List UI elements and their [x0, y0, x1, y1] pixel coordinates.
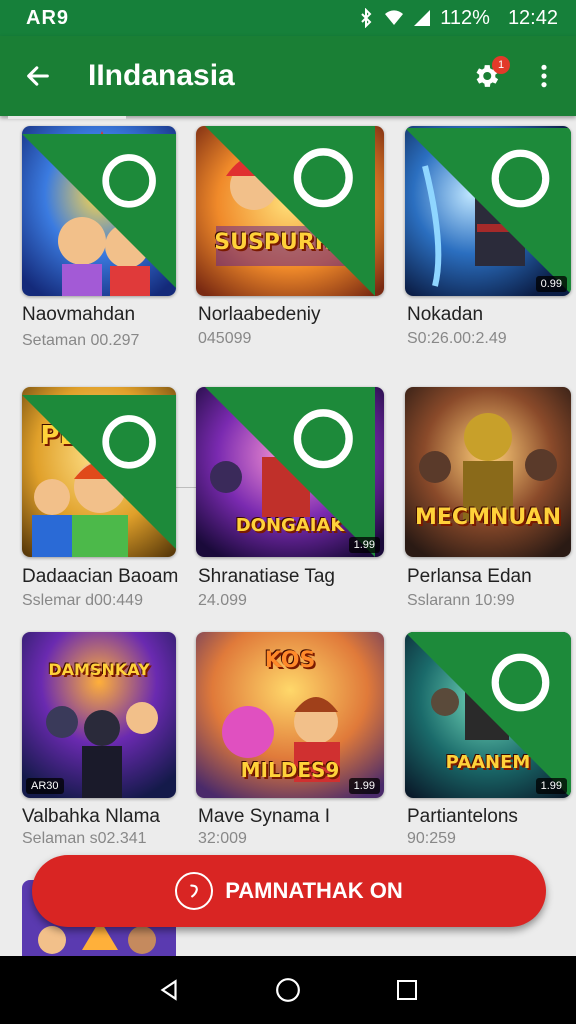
wifi-icon — [384, 8, 404, 28]
bluetooth-icon — [356, 7, 376, 29]
triangle-back-icon — [160, 979, 177, 1001]
download-corner-icon — [405, 128, 571, 294]
system-nav-bar — [0, 956, 576, 1024]
game-subtitle: 24.099 — [198, 592, 247, 609]
arrow-left-icon — [27, 66, 49, 86]
age-rating-badge: AR30 — [26, 778, 64, 794]
game-subtitle: 90:259 — [407, 830, 456, 847]
clock: 12:42 — [507, 6, 558, 29]
thumbnail-logo-text: DAMSNKAY — [48, 660, 150, 679]
tab-indicator — [8, 116, 126, 119]
game-title: Valbahka Nlama — [22, 806, 161, 827]
game-thumbnail[interactable]: DONGAIAK 1.99 — [196, 387, 384, 557]
overflow-menu-button[interactable] — [532, 56, 556, 96]
status-bar: AR9 112% 12:42 — [0, 0, 576, 36]
game-title: Naovmahdan — [22, 304, 136, 325]
game-thumbnail[interactable] — [22, 126, 176, 296]
game-subtitle: S0:26.00:2.49 — [407, 330, 507, 347]
download-corner-icon — [22, 395, 176, 549]
battery-level: 112% — [440, 6, 490, 29]
settings-button[interactable]: 1 — [466, 56, 510, 96]
game-title: Partiantelons — [407, 806, 518, 827]
app-bar: IIndanasia 1 — [0, 36, 576, 116]
primary-action-label: PAMNATHAK ON — [225, 878, 403, 903]
game-title: Norlaabedeniy — [198, 304, 321, 325]
game-subtitle: 32:009 — [198, 830, 247, 847]
game-title: Nokadan — [407, 304, 484, 325]
game-thumbnail[interactable]: 0.99 — [405, 126, 571, 296]
more-vert-icon — [541, 64, 547, 88]
age-rating-badge: 0.99 — [535, 276, 567, 292]
page-title: IIndanasia — [88, 59, 235, 92]
game-thumbnail[interactable]: PAANEM 1.99 — [405, 632, 571, 798]
circle-home-icon — [276, 978, 300, 1002]
game-title: Perlansa Edan — [407, 566, 532, 587]
nav-home-button[interactable] — [272, 974, 304, 1006]
game-thumbnail[interactable]: PLAOEN — [22, 387, 176, 557]
nav-recents-button[interactable] — [391, 974, 423, 1006]
game-subtitle: Sslemar d00:449 — [22, 592, 143, 609]
game-thumbnail[interactable]: KOS MILDES9 1.99 — [196, 632, 384, 798]
download-corner-icon — [205, 126, 375, 296]
game-subtitle: Sslarann 10:99 — [407, 592, 515, 609]
nav-back-button[interactable] — [153, 974, 185, 1006]
thumbnail-logo-text-top: KOS — [264, 648, 316, 673]
game-title: Dadaacian Baoam — [22, 566, 179, 587]
game-thumbnail[interactable]: DAMSNKAY AR30 — [22, 632, 176, 798]
download-corner-icon — [405, 632, 571, 798]
game-title: Mave Synama I — [198, 806, 330, 827]
game-subtitle: Selaman s02.341 — [22, 830, 147, 847]
game-title: Shranatiase Tag — [198, 566, 335, 587]
age-rating-badge: 1.99 — [535, 778, 567, 794]
game-subtitle: 045099 — [198, 330, 252, 347]
carrier-label: AR9 — [26, 6, 70, 29]
square-recents-icon — [396, 980, 417, 1000]
play-icon — [175, 872, 214, 910]
age-rating-badge: 1.99 — [348, 778, 380, 794]
thumbnail-logo-text: MECMNUAN — [415, 505, 561, 530]
game-thumbnail[interactable]: SUSPURRAK — [196, 126, 384, 296]
primary-action-button[interactable]: PAMNATHAK ON — [32, 855, 546, 927]
signal-icon — [412, 8, 432, 28]
back-button[interactable] — [20, 58, 56, 94]
notification-badge: 1 — [492, 56, 510, 74]
game-subtitle: Setaman 00.297 — [22, 332, 140, 349]
download-corner-icon — [205, 387, 375, 557]
age-rating-badge: 1.99 — [348, 537, 380, 553]
game-thumbnail[interactable]: MECMNUAN — [405, 387, 571, 557]
download-corner-icon — [22, 134, 176, 288]
